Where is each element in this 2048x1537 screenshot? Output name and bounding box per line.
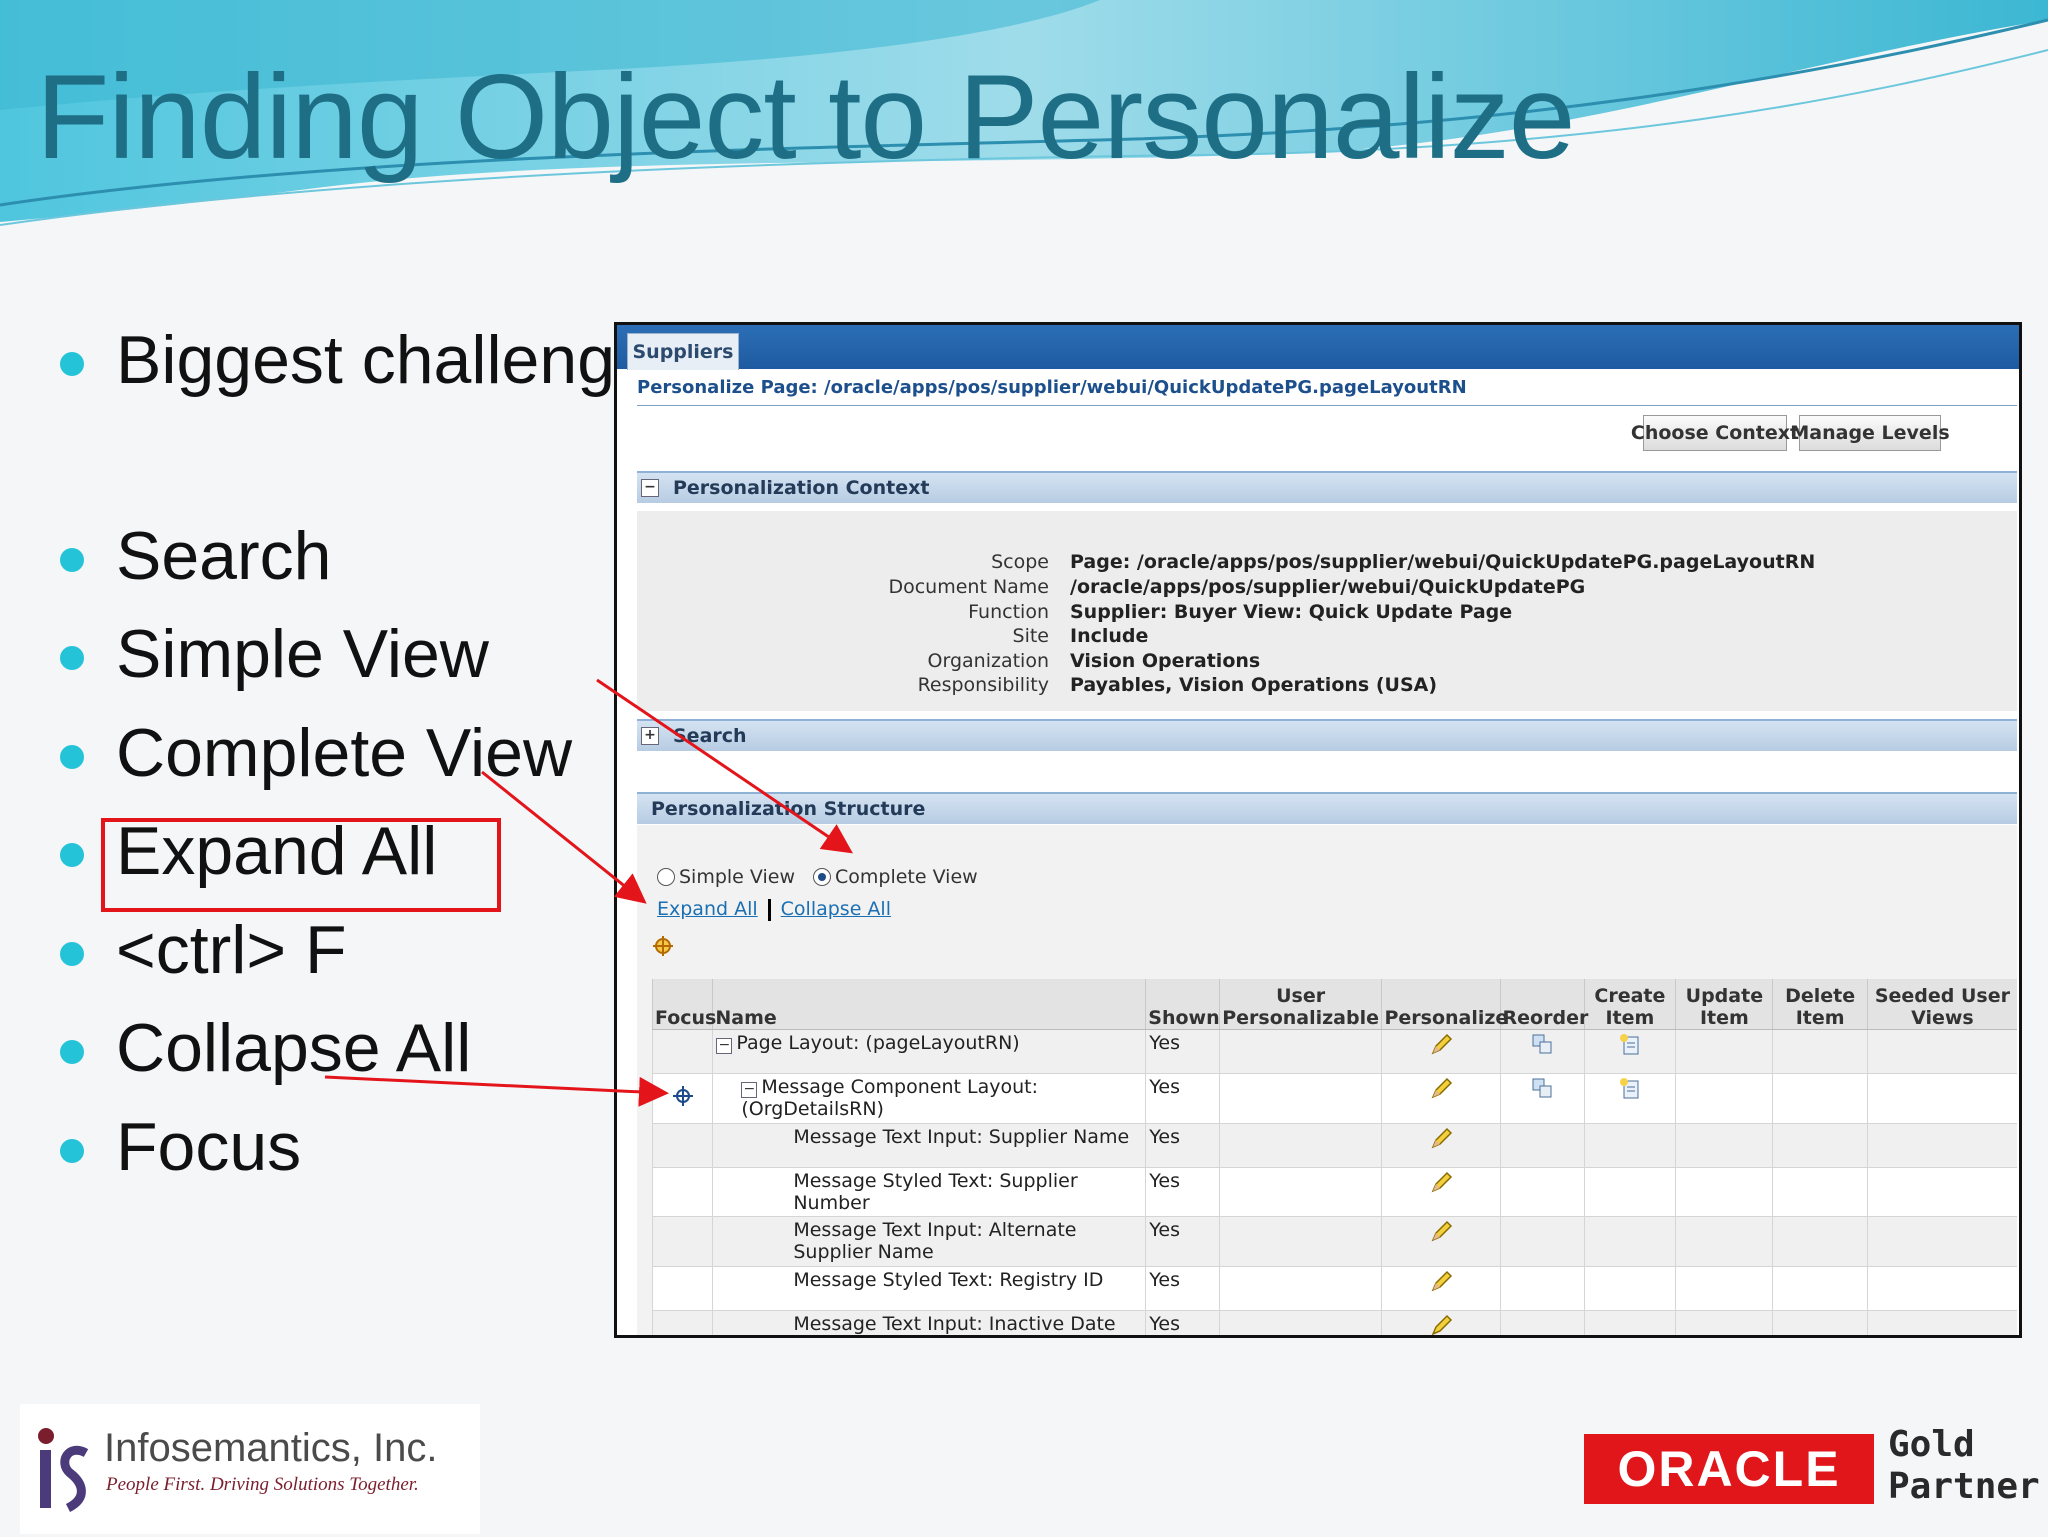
- row-name: Message Text Input: Alternate Supplier N…: [712, 1216, 1146, 1267]
- create-item-icon[interactable]: [1618, 1076, 1642, 1100]
- table-row: Message Text Input: Supplier Name Yes: [651, 1123, 2017, 1168]
- pencil-icon[interactable]: [1428, 1076, 1454, 1102]
- col-header-personalize: Personalize: [1381, 979, 1508, 1030]
- pencil-icon[interactable]: [1428, 1032, 1454, 1058]
- collapse-node-icon[interactable]: −: [741, 1082, 758, 1098]
- context-row-organization: Organization Vision Operations: [927, 650, 1261, 672]
- bullet-list: Biggest challenge Search Simple View Com…: [60, 0, 653, 1300]
- focus-crosshair-icon[interactable]: [652, 935, 674, 957]
- expand-all-highlight-box: [101, 818, 501, 912]
- context-row-responsibility: Responsibility Payables, Vision Operation…: [917, 674, 1438, 696]
- context-row-scope: Scope Page: /oracle/apps/pos/supplier/web…: [991, 551, 1816, 573]
- col-header-reorder: Reorder: [1499, 979, 1588, 1030]
- search-section-header[interactable]: + Search: [637, 719, 2017, 751]
- pencil-icon[interactable]: [1428, 1219, 1454, 1245]
- pencil-icon[interactable]: [1428, 1313, 1454, 1338]
- collapse-all-link[interactable]: Collapse All: [781, 898, 891, 920]
- row-name: Message Styled Text: Registry ID: [712, 1266, 1146, 1311]
- row-name: Message Text Input: Inactive Date: [712, 1310, 1146, 1335]
- table-row: Message Styled Text: Supplier Number Yes: [651, 1167, 2017, 1217]
- row-shown: Yes: [1145, 1167, 1220, 1217]
- app-top-bar: [617, 325, 2019, 369]
- pencil-icon[interactable]: [1428, 1269, 1454, 1295]
- table-row: − Message Component Layout: (OrgDetailsRN…: [651, 1073, 2017, 1124]
- expand-icon[interactable]: +: [641, 727, 659, 745]
- manage-levels-button[interactable]: Manage Levels: [1790, 415, 1950, 451]
- table-row: Message Text Input: Alternate Supplier N…: [651, 1216, 2017, 1267]
- col-header-update-item: Update Item: [1675, 979, 1773, 1030]
- create-item-icon[interactable]: [1618, 1032, 1642, 1056]
- radio-circle[interactable]: [657, 868, 675, 886]
- context-row-document-name: Document Name/oracle/apps/pos/supplier/w…: [888, 576, 1586, 598]
- context-row-site: Site Include: [1012, 625, 1149, 647]
- bullet-dot: [60, 942, 84, 966]
- gold-partner-label: Gold Partner: [1888, 1424, 2040, 1507]
- bullet-dot: [60, 843, 84, 867]
- row-shown: Yes: [1145, 1073, 1220, 1124]
- structure-table: Focus Name Shown User Personalizable Per…: [651, 979, 2017, 1338]
- tab-suppliers[interactable]: Suppliers: [627, 333, 739, 370]
- reorder-icon[interactable]: [1530, 1032, 1554, 1056]
- expand-collapse-links: Expand All Collapse All: [657, 898, 891, 921]
- oracle-logo: ORACLE: [1584, 1434, 1874, 1504]
- col-header-user-personalizable: User Personalizable: [1218, 979, 1382, 1030]
- bullet-dot: [60, 548, 84, 572]
- row-shown: Yes: [1145, 1029, 1220, 1074]
- row-shown: Yes: [1145, 1123, 1220, 1168]
- company-tagline: People First. Driving Solutions Together…: [106, 1474, 419, 1495]
- personalization-structure-header: Personalization Structure: [637, 792, 2017, 824]
- company-name: Infosemantics, Inc.: [104, 1426, 438, 1470]
- col-header-name: Name: [712, 979, 1146, 1030]
- collapse-node-icon[interactable]: −: [716, 1038, 733, 1054]
- link-separator: [767, 898, 771, 921]
- collapse-icon[interactable]: −: [641, 479, 659, 497]
- bullet-dot: [60, 646, 84, 670]
- pencil-icon[interactable]: [1428, 1170, 1454, 1196]
- row-name: Message Text Input: Supplier Name: [712, 1123, 1146, 1168]
- col-header-create-item: Create Item: [1583, 979, 1676, 1030]
- bullet-dot: [60, 1040, 84, 1064]
- radio-circle-selected[interactable]: [813, 868, 831, 886]
- table-row: − Page Layout: (pageLayoutRN) Yes: [651, 1029, 2017, 1074]
- bullet-dot: [60, 352, 84, 376]
- row-shown: Yes: [1145, 1310, 1220, 1335]
- reorder-icon[interactable]: [1530, 1076, 1554, 1100]
- col-header-focus: Focus: [651, 979, 716, 1030]
- table-row: Message Text Input: Inactive Date Yes: [651, 1310, 2017, 1338]
- complete-view-radio[interactable]: Complete View: [813, 866, 978, 888]
- table-row: Message Styled Text: Registry ID Yes: [651, 1266, 2017, 1311]
- page-header: Personalize Page: /oracle/apps/pos/suppl…: [637, 377, 2017, 406]
- simple-view-radio[interactable]: Simple View: [657, 866, 795, 888]
- col-header-seeded-user-views: Seeded User Views: [1866, 979, 2017, 1030]
- bullet-dot: [60, 1139, 84, 1163]
- section-title: Personalization Context: [673, 477, 930, 499]
- personalization-context-header[interactable]: − Personalization Context: [637, 471, 2017, 503]
- row-name: Page Layout: (pageLayoutRN): [736, 1032, 1020, 1054]
- row-name: Message Styled Text: Supplier Number: [712, 1167, 1146, 1217]
- expand-all-link[interactable]: Expand All: [657, 898, 758, 920]
- row-shown: Yes: [1145, 1266, 1220, 1311]
- pencil-icon[interactable]: [1428, 1126, 1454, 1152]
- section-title: Personalization Structure: [651, 798, 926, 820]
- section-title: Search: [673, 725, 747, 747]
- focus-crosshair-icon[interactable]: [672, 1085, 694, 1107]
- row-shown: Yes: [1145, 1216, 1220, 1267]
- oracle-personalize-screenshot: Suppliers Personalize Page: /oracle/apps…: [614, 322, 2022, 1338]
- context-row-function: Function Supplier: Buyer View: Quick Upda…: [968, 601, 1513, 623]
- bullet-dot: [60, 745, 84, 769]
- col-header-delete-item: Delete Item: [1772, 979, 1868, 1030]
- infosemantics-logo-icon: [38, 1428, 89, 1513]
- row-name: Message Component Layout: (OrgDetailsRN): [741, 1076, 1038, 1120]
- col-header-shown: Shown: [1145, 979, 1220, 1030]
- context-panel: Scope Page: /oracle/apps/pos/supplier/web…: [637, 511, 2017, 711]
- choose-context-button[interactable]: Choose Context: [1631, 415, 1799, 451]
